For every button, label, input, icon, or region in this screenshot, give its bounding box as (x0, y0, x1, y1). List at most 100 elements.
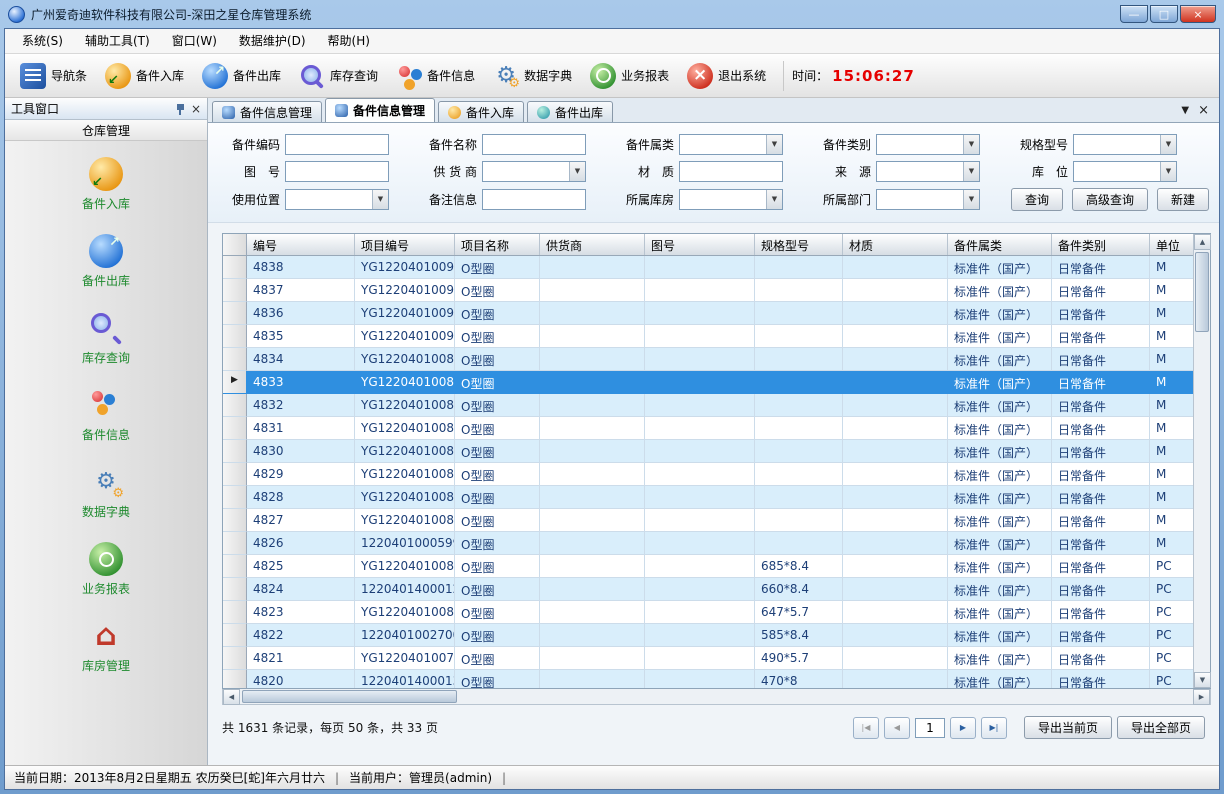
table-row[interactable]: ▶4833YG12204010088O型圈标准件（国产）日常备件M (223, 371, 1193, 394)
export-current-page-button[interactable]: 导出当前页 (1024, 716, 1112, 739)
sidebar-close-icon[interactable]: × (191, 103, 201, 115)
grid-cell[interactable]: 日常备件 (1052, 532, 1150, 555)
grid-cell[interactable]: 660*8.4 (755, 578, 843, 601)
grid-cell[interactable]: O型圈 (455, 647, 540, 670)
grid-cell[interactable]: 标准件（国产） (948, 440, 1052, 463)
grid-cell[interactable]: 4835 (247, 325, 355, 348)
selected-row-indicator[interactable]: ▶ (223, 371, 247, 394)
column-header[interactable]: 项目编号 (355, 234, 455, 255)
grid-cell[interactable] (755, 325, 843, 348)
scroll-right-button[interactable]: ▶ (1193, 689, 1210, 705)
scroll-left-button[interactable]: ◀ (223, 689, 240, 705)
grid-cell[interactable] (755, 486, 843, 509)
grid-cell[interactable]: 4828 (247, 486, 355, 509)
row-header[interactable] (223, 670, 247, 688)
row-header[interactable] (223, 601, 247, 624)
grid-cell[interactable]: 4837 (247, 279, 355, 302)
row-header[interactable] (223, 555, 247, 578)
grid-cell[interactable]: 585*8.4 (755, 624, 843, 647)
row-header[interactable] (223, 486, 247, 509)
grid-cell[interactable]: O型圈 (455, 532, 540, 555)
grid-cell[interactable]: YG12204010091 (355, 302, 455, 325)
grid-cell[interactable] (540, 509, 645, 532)
table-row[interactable]: 48261220401000599O型圈标准件（国产）日常备件M (223, 532, 1193, 555)
next-page-button[interactable]: ▶ (950, 717, 976, 739)
last-page-button[interactable]: ▶| (981, 717, 1007, 739)
grid-cell[interactable]: 日常备件 (1052, 348, 1150, 371)
grid-cell[interactable]: 1220401400012 (355, 578, 455, 601)
grid-cell[interactable] (843, 302, 948, 325)
grid-cell[interactable]: YG12204010082 (355, 509, 455, 532)
grid-cell[interactable]: O型圈 (455, 394, 540, 417)
grid-cell[interactable] (645, 601, 755, 624)
row-header[interactable] (223, 325, 247, 348)
chevron-down-icon[interactable]: ▼ (963, 162, 979, 181)
supplier-combo[interactable]: ▼ (482, 161, 586, 182)
table-row[interactable]: 4829YG12204010084O型圈标准件（国产）日常备件M (223, 463, 1193, 486)
new-button[interactable]: 新建 (1157, 188, 1209, 211)
grid-cell[interactable]: 日常备件 (1052, 417, 1150, 440)
grid-cell[interactable]: O型圈 (455, 440, 540, 463)
grid-cell[interactable] (540, 670, 645, 688)
grid-cell[interactable]: M (1150, 440, 1193, 463)
grid-cell[interactable]: 标准件（国产） (948, 601, 1052, 624)
grid-cell[interactable]: YG12204010089 (355, 348, 455, 371)
toolbar-button-data-dictionary[interactable]: 数据字典 (484, 59, 581, 93)
grid-cell[interactable]: M (1150, 371, 1193, 394)
table-row[interactable]: 4825YG12204010081O型圈685*8.4标准件（国产）日常备件PC (223, 555, 1193, 578)
grid-cell[interactable]: 日常备件 (1052, 325, 1150, 348)
part-name-input[interactable] (482, 134, 586, 155)
tab-parts-info-manage-1[interactable]: 备件信息管理 (212, 101, 322, 122)
grid-cell[interactable] (755, 279, 843, 302)
grid-cell[interactable] (843, 279, 948, 302)
table-row[interactable]: 4836YG12204010091O型圈标准件（国产）日常备件M (223, 302, 1193, 325)
part-code-input[interactable] (285, 134, 389, 155)
grid-cell[interactable] (645, 647, 755, 670)
department-combo[interactable]: ▼ (876, 189, 980, 210)
row-header[interactable] (223, 647, 247, 670)
chevron-down-icon[interactable]: ▼ (766, 190, 782, 209)
grid-cell[interactable]: PC (1150, 647, 1193, 670)
grid-cell[interactable]: 1220401000599 (355, 532, 455, 555)
grid-cell[interactable]: 标准件（国产） (948, 371, 1052, 394)
close-button[interactable]: × (1180, 5, 1216, 23)
grid-cell[interactable]: 日常备件 (1052, 624, 1150, 647)
grid-cell[interactable]: 1220401400013 (355, 670, 455, 688)
sidebar-item-parts-inbound[interactable]: 备件入库 (5, 157, 207, 212)
source-combo[interactable]: ▼ (876, 161, 980, 182)
scroll-down-button[interactable]: ▼ (1194, 672, 1211, 688)
grid-cell[interactable]: 标准件（国产） (948, 325, 1052, 348)
grid-cell[interactable]: O型圈 (455, 348, 540, 371)
grid-cell[interactable] (645, 555, 755, 578)
prev-page-button[interactable]: ◀ (884, 717, 910, 739)
grid-cell[interactable] (843, 463, 948, 486)
grid-cell[interactable]: 日常备件 (1052, 394, 1150, 417)
grid-cell[interactable]: 4827 (247, 509, 355, 532)
grid-cell[interactable]: M (1150, 532, 1193, 555)
grid-cell[interactable] (843, 509, 948, 532)
menu-item-aux-tools[interactable]: 辅助工具(T) (74, 29, 161, 54)
grid-cell[interactable]: 标准件（国产） (948, 302, 1052, 325)
grid-cell[interactable] (645, 348, 755, 371)
grid-cell[interactable]: O型圈 (455, 417, 540, 440)
chevron-down-icon[interactable]: ▼ (569, 162, 585, 181)
grid-cell[interactable]: 标准件（国产） (948, 348, 1052, 371)
maximize-button[interactable]: □ (1150, 5, 1178, 23)
grid-cell[interactable]: 标准件（国产） (948, 578, 1052, 601)
grid-cell[interactable]: 日常备件 (1052, 509, 1150, 532)
grid-cell[interactable] (843, 647, 948, 670)
table-row[interactable]: 48201220401400013O型圈470*8标准件（国产）日常备件PC (223, 670, 1193, 688)
grid-cell[interactable]: 日常备件 (1052, 371, 1150, 394)
grid-cell[interactable] (540, 601, 645, 624)
grid-cell[interactable] (645, 670, 755, 688)
grid-cell[interactable]: 4820 (247, 670, 355, 688)
grid-cell[interactable] (645, 463, 755, 486)
grid-cell[interactable]: 4824 (247, 578, 355, 601)
grid-cell[interactable]: YG12204010087 (355, 394, 455, 417)
grid-cell[interactable]: O型圈 (455, 463, 540, 486)
grid-cell[interactable]: O型圈 (455, 325, 540, 348)
sidebar-group-header[interactable]: 仓库管理 (5, 120, 207, 141)
grid-cell[interactable] (540, 532, 645, 555)
grid-cell[interactable]: 647*5.7 (755, 601, 843, 624)
drawing-no-input[interactable] (285, 161, 389, 182)
